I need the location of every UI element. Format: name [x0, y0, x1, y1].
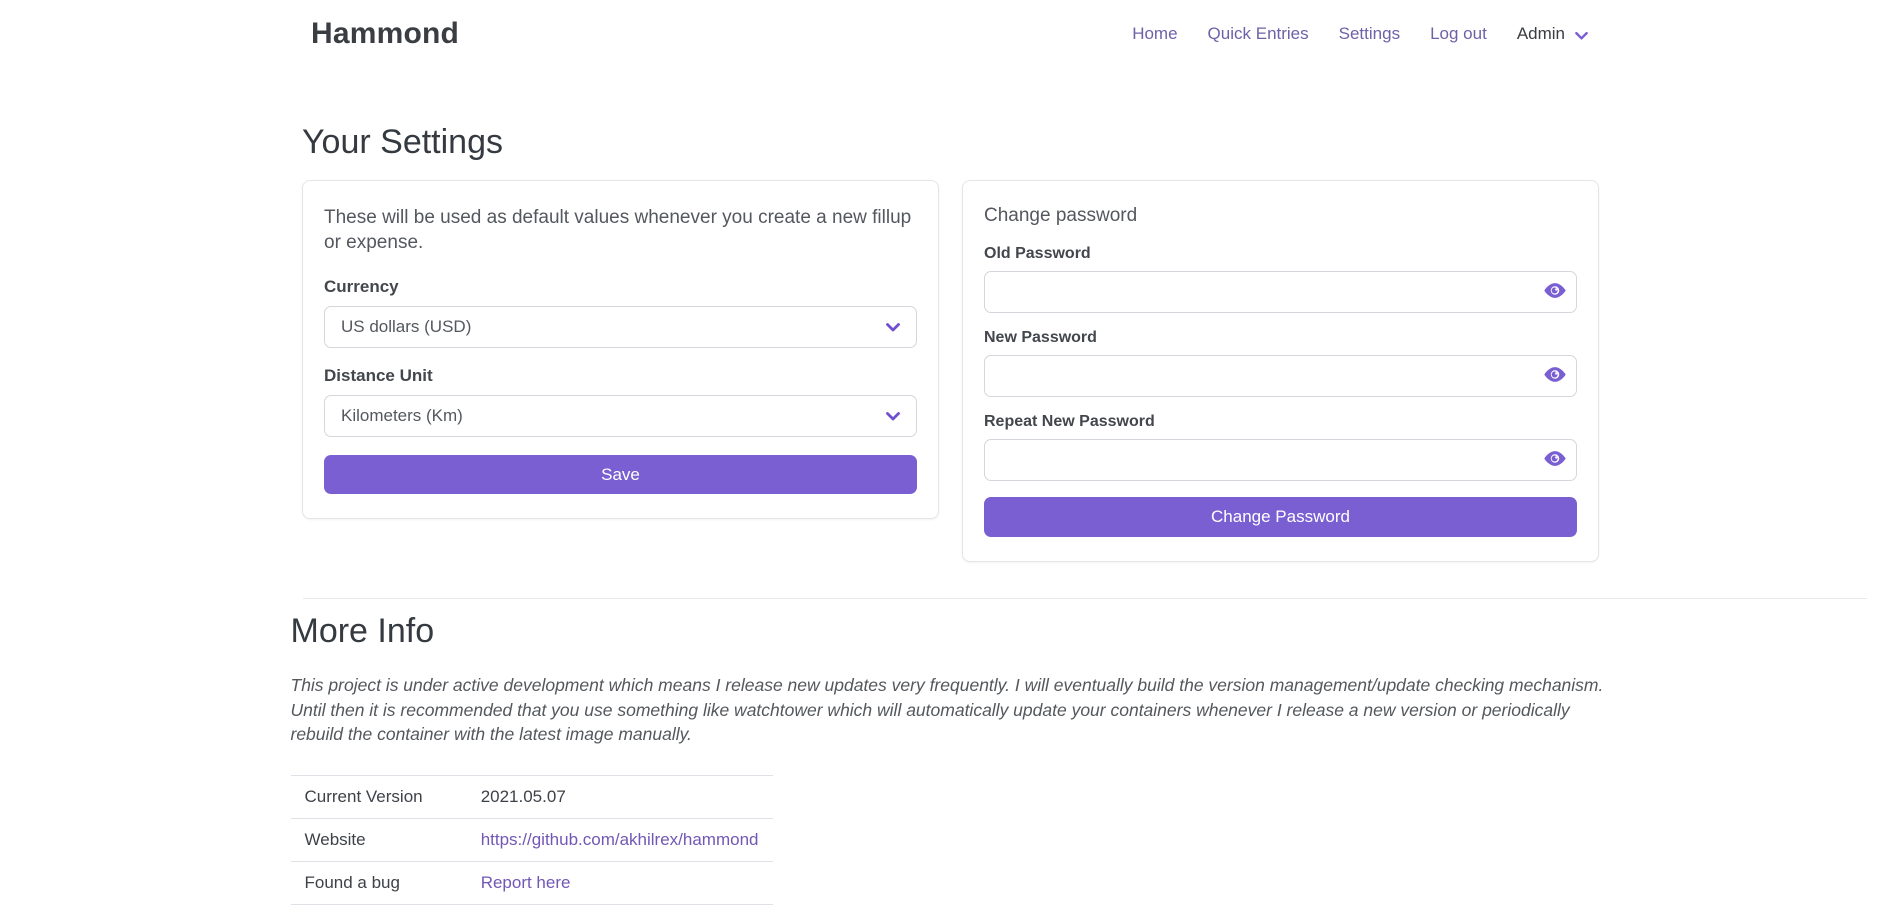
repeat-new-password-label: Repeat New Password	[984, 413, 1577, 431]
chevron-down-icon	[885, 408, 901, 424]
toggle-password-visibility-button[interactable]	[1544, 450, 1566, 470]
website-link[interactable]: https://github.com/akhilrex/hammond	[481, 830, 759, 849]
change-password-card: Change password Old Password New Passwor…	[962, 180, 1599, 562]
user-menu-label: Admin	[1517, 24, 1565, 44]
current-version-value: 2021.05.07	[467, 775, 773, 818]
old-password-input[interactable]	[984, 271, 1577, 313]
toggle-password-visibility-button[interactable]	[1544, 366, 1566, 386]
toggle-password-visibility-button[interactable]	[1544, 282, 1566, 302]
app-logo[interactable]: Hammond	[311, 17, 459, 51]
defaults-card: These will be used as default values whe…	[302, 180, 939, 519]
nav-item-home[interactable]: Home	[1132, 24, 1177, 44]
distance-unit-select[interactable]: Kilometers (Km)	[324, 395, 917, 437]
table-row: Current Version 2021.05.07	[291, 775, 773, 818]
info-row-label: Found a bug	[291, 861, 467, 904]
new-password-label: New Password	[984, 329, 1577, 347]
save-button[interactable]: Save	[324, 455, 917, 494]
info-row-label: Feature Request	[291, 904, 467, 914]
table-row: Feature Request Request here	[291, 904, 773, 914]
table-row: Found a bug Report here	[291, 861, 773, 904]
currency-label: Currency	[324, 277, 917, 297]
more-info-table: Current Version 2021.05.07 Website https…	[291, 775, 773, 914]
eye-icon	[1544, 450, 1566, 470]
eye-icon	[1544, 282, 1566, 302]
change-password-title: Change password	[984, 205, 1577, 227]
info-row-label: Current Version	[291, 775, 467, 818]
eye-icon	[1544, 366, 1566, 386]
page-title: Your Settings	[302, 123, 1599, 162]
chevron-down-icon	[1574, 28, 1589, 43]
more-info-title: More Info	[291, 612, 1611, 651]
nav-item-settings[interactable]: Settings	[1339, 24, 1400, 44]
nav-item-logout[interactable]: Log out	[1430, 24, 1487, 44]
change-password-button[interactable]: Change Password	[984, 497, 1577, 537]
top-navbar: Hammond Home Quick Entries Settings Log …	[0, 0, 1901, 68]
repeat-new-password-input[interactable]	[984, 439, 1577, 481]
table-row: Website https://github.com/akhilrex/hamm…	[291, 818, 773, 861]
more-info-note: This project is under active development…	[291, 673, 1611, 747]
nav-item-quick-entries[interactable]: Quick Entries	[1208, 24, 1309, 44]
info-row-label: Website	[291, 818, 467, 861]
new-password-input[interactable]	[984, 355, 1577, 397]
main-nav: Home Quick Entries Settings Log out Admi…	[1132, 24, 1589, 44]
defaults-description: These will be used as default values whe…	[324, 205, 912, 255]
distance-unit-selected-value: Kilometers (Km)	[341, 406, 463, 426]
distance-unit-label: Distance Unit	[324, 366, 917, 386]
user-menu-admin[interactable]: Admin	[1517, 24, 1589, 44]
section-divider	[303, 598, 1867, 599]
chevron-down-icon	[885, 319, 901, 335]
currency-select[interactable]: US dollars (USD)	[324, 306, 917, 348]
currency-selected-value: US dollars (USD)	[341, 317, 471, 337]
old-password-label: Old Password	[984, 245, 1577, 263]
report-bug-link[interactable]: Report here	[481, 873, 571, 892]
